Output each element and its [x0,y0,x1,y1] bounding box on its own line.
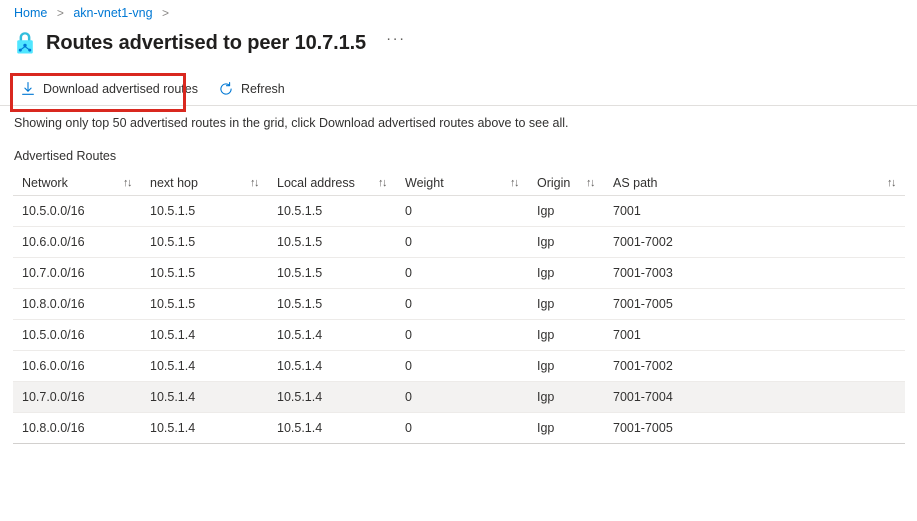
column-header-next-hop[interactable]: next hop ↑↓ [141,170,268,196]
column-header-as-path[interactable]: AS path ↑↓ [604,170,905,196]
cell-local-address: 10.5.1.4 [268,319,396,351]
cell-origin: Igp [528,412,604,444]
cell-network: 10.5.0.0/16 [13,195,141,227]
column-header-local-address[interactable]: Local address ↑↓ [268,170,396,196]
table-row[interactable]: 10.6.0.0/16 10.5.1.5 10.5.1.5 0 Igp 7001-7002 [13,226,905,258]
cell-network: 10.5.0.0/16 [13,319,141,351]
breadcrumb-item-akn-vnet1-vng[interactable]: akn-vnet1-vng [73,6,152,20]
cell-next-hop: 10.5.1.4 [141,381,268,413]
cell-network: 10.6.0.0/16 [13,226,141,258]
cell-next-hop: 10.5.1.5 [141,226,268,258]
cell-weight: 0 [396,288,528,320]
column-header-origin-label: Origin [537,175,571,190]
download-advertised-routes-label: Download advertised routes [43,82,198,96]
table-body: 10.5.0.0/16 10.5.1.5 10.5.1.5 0 Igp 7001 10.6.… [13,195,905,444]
table-header-row: Network ↑↓ next hop ↑↓ Local address ↑↓ … [13,170,905,196]
cell-weight: 0 [396,350,528,382]
cell-next-hop: 10.5.1.4 [141,319,268,351]
cell-as-path: 7001-7002 [604,350,905,382]
breadcrumb-separator-icon: > [56,6,64,20]
download-advertised-routes-button[interactable]: Download advertised routes [14,74,207,104]
advertised-routes-section-label: Advertised Routes [14,149,117,163]
cell-local-address: 10.5.1.5 [268,226,396,258]
cell-network: 10.8.0.0/16 [13,288,141,320]
cell-local-address: 10.5.1.5 [268,288,396,320]
cell-weight: 0 [396,195,528,227]
cell-local-address: 10.5.1.4 [268,350,396,382]
cell-origin: Igp [528,319,604,351]
cell-as-path: 7001-7005 [604,412,905,444]
cell-as-path: 7001-7003 [604,257,905,289]
breadcrumb-item-home[interactable]: Home [14,6,47,20]
sort-icon[interactable]: ↑↓ [250,177,260,189]
column-header-weight-label: Weight [405,175,444,190]
cell-next-hop: 10.5.1.5 [141,257,268,289]
command-bar: Download advertised routes Refresh [0,73,917,106]
cell-as-path: 7001-7005 [604,288,905,320]
cell-as-path: 7001 [604,195,905,227]
sort-icon[interactable]: ↑↓ [887,177,897,189]
advertised-routes-table: Network ↑↓ next hop ↑↓ Local address ↑↓ … [13,170,905,444]
breadcrumb-separator-icon: > [162,6,170,20]
column-header-weight[interactable]: Weight ↑↓ [396,170,528,196]
cell-origin: Igp [528,195,604,227]
cell-next-hop: 10.5.1.4 [141,350,268,382]
grid-limit-note: Showing only top 50 advertised routes in… [14,116,569,130]
column-header-next-hop-label: next hop [150,175,198,190]
table-row[interactable]: 10.6.0.0/16 10.5.1.4 10.5.1.4 0 Igp 7001-7002 [13,350,905,382]
cell-as-path: 7001-7004 [604,381,905,413]
refresh-button[interactable]: Refresh [212,74,294,104]
table-row[interactable]: 10.5.0.0/16 10.5.1.5 10.5.1.5 0 Igp 7001 [13,195,905,227]
cell-as-path: 7001-7002 [604,226,905,258]
cell-origin: Igp [528,226,604,258]
refresh-icon [220,82,232,95]
cell-network: 10.8.0.0/16 [13,412,141,444]
page-header: Routes advertised to peer 10.7.1.5 ··· [14,28,406,58]
cell-next-hop: 10.5.1.5 [141,195,268,227]
sort-icon[interactable]: ↑↓ [378,177,388,189]
cell-local-address: 10.5.1.5 [268,257,396,289]
table-row[interactable]: 10.8.0.0/16 10.5.1.5 10.5.1.5 0 Igp 7001-7005 [13,288,905,320]
cell-origin: Igp [528,257,604,289]
cell-weight: 0 [396,319,528,351]
cell-weight: 0 [396,412,528,444]
sort-icon[interactable]: ↑↓ [123,177,133,189]
cell-local-address: 10.5.1.4 [268,412,396,444]
cell-next-hop: 10.5.1.4 [141,412,268,444]
download-icon [22,82,34,95]
column-header-network[interactable]: Network ↑↓ [13,170,141,196]
cell-weight: 0 [396,257,528,289]
cell-network: 10.7.0.0/16 [13,381,141,413]
cell-weight: 0 [396,381,528,413]
refresh-label: Refresh [240,82,285,96]
cell-origin: Igp [528,350,604,382]
cell-local-address: 10.5.1.4 [268,381,396,413]
table-row[interactable]: 10.8.0.0/16 10.5.1.4 10.5.1.4 0 Igp 7001-7005 [13,412,905,444]
cell-origin: Igp [528,381,604,413]
sort-icon[interactable]: ↑↓ [586,177,596,189]
column-header-local-address-label: Local address [277,175,355,190]
sort-icon[interactable]: ↑↓ [510,177,520,189]
cell-weight: 0 [396,226,528,258]
cell-network: 10.6.0.0/16 [13,350,141,382]
table-row[interactable]: 10.5.0.0/16 10.5.1.4 10.5.1.4 0 Igp 7001 [13,319,905,351]
breadcrumb: Home > akn-vnet1-vng > [14,5,175,21]
more-options-icon[interactable]: ··· [386,31,406,53]
cell-next-hop: 10.5.1.5 [141,288,268,320]
cell-network: 10.7.0.0/16 [13,257,141,289]
vpn-gateway-lock-icon [17,32,33,54]
cell-as-path: 7001 [604,319,905,351]
page-title: Routes advertised to peer 10.7.1.5 [46,32,367,54]
cell-local-address: 10.5.1.5 [268,195,396,227]
table-row[interactable]: 10.7.0.0/16 10.5.1.5 10.5.1.5 0 Igp 7001-7003 [13,257,905,289]
column-header-origin[interactable]: Origin ↑↓ [528,170,604,196]
table-row[interactable]: 10.7.0.0/16 10.5.1.4 10.5.1.4 0 Igp 7001-7004 [13,381,905,413]
column-header-as-path-label: AS path [613,175,658,190]
cell-origin: Igp [528,288,604,320]
column-header-network-label: Network [22,175,68,190]
